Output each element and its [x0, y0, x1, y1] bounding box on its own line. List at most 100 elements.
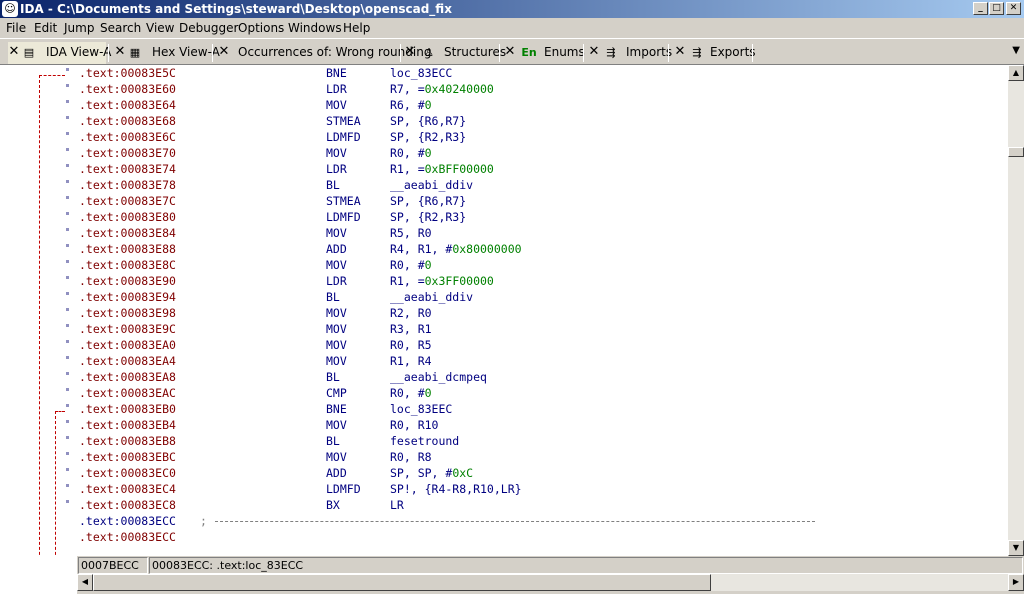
menu-options[interactable]: Options	[238, 21, 284, 35]
address: .text:00083E9C	[79, 322, 176, 336]
tab-label: Exports	[710, 45, 756, 59]
line-marker	[66, 308, 69, 311]
operands[interactable]: loc_83EEC	[390, 401, 452, 417]
mnemonic: BL	[326, 290, 340, 304]
operands[interactable]: LR	[390, 497, 404, 513]
menu-search[interactable]: Search	[100, 21, 141, 35]
tab-separator	[668, 44, 669, 62]
operands[interactable]: R1, R4	[390, 353, 432, 369]
vertical-scrollbar[interactable]: ▲ ▼	[1008, 65, 1024, 556]
operands[interactable]: __aeabi_ddiv	[390, 177, 473, 193]
operands[interactable]: R0, #0	[390, 145, 432, 161]
ida-icon[interactable]: ☺	[2, 1, 18, 17]
close-button[interactable]: ✕	[1006, 2, 1021, 15]
close-icon[interactable]: ✕	[674, 42, 686, 62]
mnemonic: CMP	[326, 386, 347, 400]
operands[interactable]: R5, R0	[390, 225, 432, 241]
horizontal-scrollbar[interactable]: ◀ ▶	[77, 574, 1024, 591]
scroll-up-icon[interactable]: ▲	[1008, 65, 1024, 81]
close-icon[interactable]: ✕	[404, 42, 416, 62]
tab-ida-view-a[interactable]: ✕ ▤ IDA View-A	[8, 42, 111, 64]
hex-view-icon: ▦	[129, 46, 141, 59]
operands[interactable]: SP, {R6,R7}	[390, 193, 466, 209]
code-line-separator[interactable]: .text:00083ECC;	[79, 513, 839, 529]
immediate-value: 0xBFF00000	[424, 162, 494, 176]
operands[interactable]: __aeabi_dcmpeq	[390, 369, 487, 385]
operands[interactable]: SP, {R2,R3}	[390, 209, 466, 225]
branch-arrow-line	[55, 411, 65, 412]
line-marker	[66, 212, 69, 215]
tab-separator	[499, 44, 500, 62]
tab-enums[interactable]: ✕ En Enums	[504, 42, 585, 64]
tab-structures[interactable]: ✕ ♙ Structures	[404, 42, 507, 64]
scroll-right-icon[interactable]: ▶	[1008, 574, 1024, 591]
close-icon[interactable]: ✕	[114, 42, 126, 62]
disassembly-view[interactable]: .text:00083E5C BNE loc_83ECC .text:00083E60…	[0, 65, 1008, 556]
mnemonic: MOV	[326, 306, 347, 320]
operands[interactable]: R4, R1, #0x80000000	[390, 241, 522, 257]
status-row: 0007BECC 00083ECC: .text:loc_83ECC	[77, 557, 1024, 574]
mnemonic: ADD	[326, 242, 347, 256]
immediate-value: 0	[424, 386, 432, 400]
comment: ;	[200, 514, 207, 528]
line-marker	[66, 244, 69, 247]
minimize-button[interactable]: _	[973, 2, 988, 15]
tab-hex-view-a[interactable]: ✕ ▦ Hex View-A	[114, 42, 220, 64]
address: .text:00083EC0	[79, 466, 176, 480]
operands[interactable]: R0, R8	[390, 449, 432, 465]
close-icon[interactable]: ✕	[588, 42, 600, 62]
operands[interactable]: fesetround	[390, 433, 459, 449]
close-icon[interactable]: ✕	[504, 42, 516, 62]
line-marker	[66, 164, 69, 167]
tab-label: Enums	[544, 45, 585, 59]
menu-windows[interactable]: Windows	[288, 21, 342, 35]
menu-help[interactable]: Help	[343, 21, 370, 35]
operands[interactable]: loc_83ECC	[390, 65, 452, 81]
operands[interactable]: R6, #0	[390, 97, 432, 113]
tab-imports[interactable]: ✕ ⇶ Imports	[588, 42, 673, 64]
operands[interactable]: R0, R5	[390, 337, 432, 353]
immediate-value: 0	[424, 98, 432, 112]
operands[interactable]: R0, #0	[390, 385, 432, 401]
horizontal-scroll-thumb[interactable]	[93, 574, 711, 591]
address: .text:00083EB0	[79, 402, 176, 416]
operands[interactable]: R0, #0	[390, 257, 432, 273]
tab-separator	[212, 44, 213, 62]
close-icon[interactable]: ✕	[218, 42, 230, 62]
left-pane-filler	[0, 556, 77, 594]
mnemonic: MOV	[326, 226, 347, 240]
operands[interactable]: SP, {R6,R7}	[390, 113, 466, 129]
tab-exports[interactable]: ✕ ⇶ Exports	[674, 42, 756, 64]
scroll-left-icon[interactable]: ◀	[77, 574, 93, 591]
immediate-value: 0x80000000	[452, 242, 522, 256]
operands[interactable]: R3, R1	[390, 321, 432, 337]
menu-file[interactable]: File	[6, 21, 26, 35]
menu-edit[interactable]: Edit	[34, 21, 57, 35]
mnemonic: MOV	[326, 450, 347, 464]
vertical-scroll-thumb[interactable]	[1008, 147, 1024, 157]
menu-debugger[interactable]: Debugger	[179, 21, 238, 35]
operands[interactable]: R1, =0x3FF00000	[390, 273, 494, 289]
operands[interactable]: R1, =0xBFF00000	[390, 161, 494, 177]
line-marker	[66, 324, 69, 327]
operands[interactable]: SP, {R2,R3}	[390, 129, 466, 145]
operands[interactable]: R7, =0x40240000	[390, 81, 494, 97]
operands[interactable]: __aeabi_ddiv	[390, 289, 473, 305]
menu-jump[interactable]: Jump	[64, 21, 94, 35]
operands[interactable]: R2, R0	[390, 305, 432, 321]
line-marker	[66, 436, 69, 439]
address: .text:00083E80	[79, 210, 176, 224]
address: .text:00083E90	[79, 274, 176, 288]
tab-label: IDA View-A	[46, 45, 112, 59]
tab-occurrences[interactable]: ✕ Occurrences of: Wrong rounding	[218, 42, 432, 64]
close-icon[interactable]: ✕	[8, 42, 20, 62]
line-marker	[66, 500, 69, 503]
operands[interactable]: SP!, {R4-R8,R10,LR}	[390, 481, 522, 497]
tab-list-dropdown-icon[interactable]: ▼	[1012, 45, 1020, 56]
operands[interactable]: R0, R10	[390, 417, 438, 433]
mnemonic: BNE	[326, 66, 347, 80]
operands[interactable]: SP, SP, #0xC	[390, 465, 473, 481]
scroll-down-icon[interactable]: ▼	[1008, 540, 1024, 556]
menu-view[interactable]: View	[146, 21, 174, 35]
maximize-button[interactable]: □	[989, 2, 1004, 15]
